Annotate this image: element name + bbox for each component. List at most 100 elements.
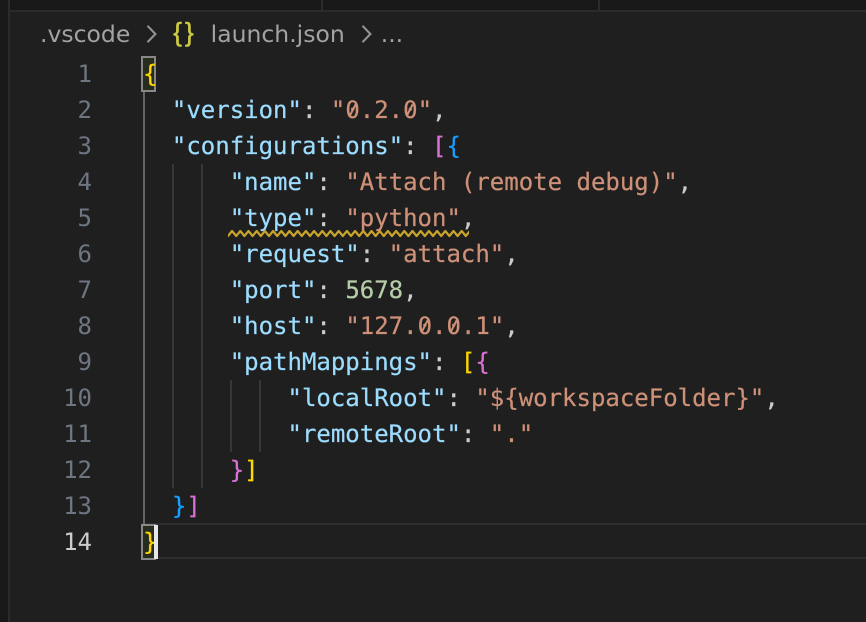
- token-str: "127.0.0.1": [345, 312, 504, 340]
- tab-separator: [321, 0, 323, 10]
- token-b1: ]: [244, 456, 258, 484]
- text-cursor: [154, 525, 158, 559]
- slashed-zero: 0: [345, 92, 359, 128]
- line-number[interactable]: 5: [40, 200, 92, 236]
- slashed-zero: 0: [403, 92, 417, 128]
- token-b1: {: [143, 60, 157, 88]
- token-punc: ,: [432, 96, 446, 124]
- code-line-9[interactable]: "pathMappings": [{: [143, 344, 490, 380]
- code-line-10[interactable]: "localRoot": "${workspaceFolder}",: [143, 380, 779, 416]
- token-b2: ]: [186, 492, 200, 520]
- squiggle-stroke: [228, 231, 469, 236]
- line-number[interactable]: 9: [40, 344, 92, 380]
- token-b1: [: [461, 348, 475, 376]
- indent-spaces: [143, 204, 230, 232]
- breadcrumb-file[interactable]: launch.json: [211, 20, 345, 48]
- token-b3: {: [446, 132, 460, 160]
- indent-spaces: [143, 384, 288, 412]
- editor-pane[interactable]: 1 {2 "version": "0.2.0", 3 "configurations…: [10, 56, 866, 622]
- vscode-window: .vscode {} launch.json ... 1 {2 "version"…: [0, 0, 866, 622]
- line-number[interactable]: 1: [40, 56, 92, 92]
- line-number[interactable]: 8: [40, 308, 92, 344]
- breadcrumb-folder[interactable]: .vscode: [40, 20, 130, 48]
- breadcrumbs: .vscode {} launch.json ...: [10, 12, 866, 56]
- token-key: "version": [172, 96, 302, 124]
- code-line-7[interactable]: "port": 5678,: [143, 272, 418, 308]
- breadcrumb-symbol[interactable]: ...: [381, 20, 403, 48]
- token-key: "configurations": [172, 132, 403, 160]
- indent-spaces: [143, 348, 230, 376]
- code-line-8[interactable]: "host": "127.0.0.1",: [143, 308, 519, 344]
- code-line-12[interactable]: }]: [143, 452, 259, 488]
- token-key: "request": [230, 240, 360, 268]
- token-key: "remoteRoot": [288, 420, 461, 448]
- token-punc: :: [432, 348, 461, 376]
- line-number[interactable]: 3: [40, 128, 92, 164]
- indent-spaces: [143, 96, 172, 124]
- line-number[interactable]: 14: [40, 524, 92, 560]
- token-num: 5678: [345, 276, 403, 304]
- indent-spaces: [143, 168, 230, 196]
- token-punc: :: [360, 240, 389, 268]
- code-line-6[interactable]: "request": "attach",: [143, 236, 519, 272]
- code-line-1[interactable]: {: [143, 56, 157, 92]
- token-punc: :: [461, 420, 490, 448]
- line-number[interactable]: 6: [40, 236, 92, 272]
- chevron-stroke: [148, 26, 156, 42]
- chevron-stroke: [362, 26, 370, 42]
- token-key: "port": [230, 276, 317, 304]
- token-str: "${workspaceFolder}": [475, 384, 764, 412]
- indent-spaces: [143, 492, 172, 520]
- code-line-2[interactable]: "version": "0.2.0",: [143, 92, 446, 128]
- current-line-border: [141, 523, 866, 525]
- token-key: "host": [230, 312, 317, 340]
- sidebar-sliver: [0, 0, 8, 622]
- token-punc: ,: [403, 276, 417, 304]
- json-file-icon: {}: [173, 17, 196, 48]
- token-punc: :: [316, 312, 345, 340]
- current-line-border: [141, 557, 866, 559]
- token-punc: ,: [504, 312, 518, 340]
- line-number[interactable]: 2: [40, 92, 92, 128]
- line-number[interactable]: 13: [40, 488, 92, 524]
- token-key: "pathMappings": [230, 348, 432, 376]
- token-key: "localRoot": [288, 384, 447, 412]
- token-punc: :: [302, 96, 331, 124]
- indent-spaces: [143, 420, 288, 448]
- line-number[interactable]: 12: [40, 452, 92, 488]
- code-line-13[interactable]: }]: [143, 488, 201, 524]
- line-number[interactable]: 10: [40, 380, 92, 416]
- code-line-4[interactable]: "name": "Attach (remote debug)",: [143, 164, 692, 200]
- indent-spaces: [143, 456, 230, 484]
- token-punc: :: [316, 276, 345, 304]
- token-punc: ,: [504, 240, 518, 268]
- chevron-right-icon: [359, 24, 373, 44]
- token-punc: ,: [678, 168, 692, 196]
- slashed-zero: 0: [418, 308, 432, 344]
- line-number[interactable]: 4: [40, 164, 92, 200]
- token-punc: :: [403, 132, 432, 160]
- token-punc: :: [446, 384, 475, 412]
- line-number[interactable]: 7: [40, 272, 92, 308]
- token-str: ".": [490, 420, 533, 448]
- indent-spaces: [143, 240, 230, 268]
- token-b2: {: [475, 348, 489, 376]
- token-punc: ,: [764, 384, 778, 412]
- token-key: "name": [230, 168, 317, 196]
- chevron-right-icon: [144, 24, 158, 44]
- tab-bar[interactable]: [10, 0, 866, 10]
- token-b2: }: [230, 456, 244, 484]
- tab-separator: [598, 0, 600, 10]
- token-b2: [: [432, 132, 446, 160]
- indent-spaces: [143, 132, 172, 160]
- slashed-zero: 0: [446, 308, 460, 344]
- code-line-3[interactable]: "configurations": [{: [143, 128, 461, 164]
- line-number[interactable]: 11: [40, 416, 92, 452]
- indent-spaces: [143, 276, 230, 304]
- token-str: "0.2.0": [331, 96, 432, 124]
- token-str: "Attach (remote debug)": [345, 168, 677, 196]
- code-line-11[interactable]: "remoteRoot": ".": [143, 416, 533, 452]
- token-str: "attach": [389, 240, 505, 268]
- token-punc: :: [316, 168, 345, 196]
- indent-spaces: [143, 312, 230, 340]
